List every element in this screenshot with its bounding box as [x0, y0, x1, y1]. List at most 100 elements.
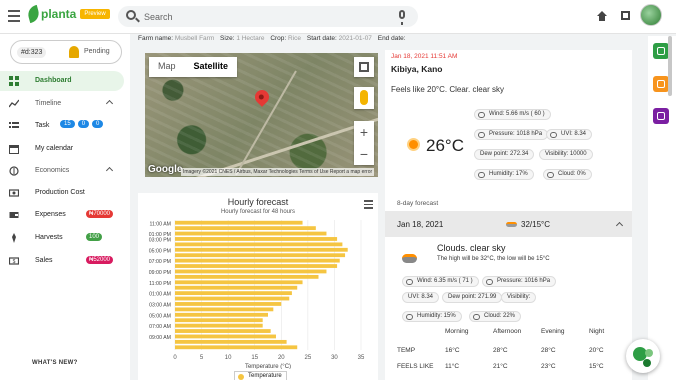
zoom-out-button[interactable]: − — [354, 143, 374, 165]
sidebar-item-dashboard[interactable]: Dashboard — [0, 71, 124, 91]
farm-name-label: Farm name: — [138, 35, 174, 42]
pressure-icon — [486, 279, 493, 285]
cloud-icon — [402, 254, 417, 263]
x-tick-label: 5 — [200, 355, 204, 361]
dew-point-value: Dew point: 271.99 — [448, 294, 497, 300]
app-name: planta — [41, 7, 77, 21]
map-fullscreen-button[interactable] — [354, 57, 374, 77]
temperature-bar — [175, 334, 276, 339]
y-tick-label: 03:00 PM — [149, 238, 171, 244]
avatar[interactable] — [640, 4, 662, 26]
temperature-bar — [175, 296, 290, 301]
dew-point-pill: Dew point: 271.99 — [442, 292, 503, 303]
temperature-bar — [175, 323, 263, 328]
table-cell: 16°C — [445, 347, 460, 354]
farm-name: Musbell Farm — [174, 35, 215, 42]
legend-marker — [238, 374, 244, 380]
temperature-bar — [175, 312, 268, 317]
day-row-header[interactable]: Jan 18, 2021 32/15°C — [385, 211, 632, 237]
chevron-up-icon[interactable] — [615, 221, 624, 230]
temperature-bar — [175, 269, 327, 274]
eight-day-forecast: 8-day forecast Jan 18, 2021 32/15°C Clou… — [385, 195, 632, 380]
learn-button[interactable] — [653, 108, 669, 124]
sidebar-item-production-cost[interactable]: Production Cost — [0, 183, 124, 203]
map-type-control: Map Satellite — [149, 57, 238, 77]
map-attribution[interactable]: Imagery ©2021 CNES / Airbus, Maxar Techn… — [181, 168, 375, 176]
map-tab-satellite[interactable]: Satellite — [185, 57, 238, 77]
sidebar-item-timeline[interactable]: Timeline — [0, 94, 124, 114]
farm-status: Pending — [84, 48, 110, 55]
search-input[interactable] — [144, 9, 384, 24]
temperature-bar — [175, 285, 298, 290]
pressure-value: Pressure: 1016 hPa — [497, 278, 551, 284]
zoom-in-button[interactable]: + — [354, 121, 374, 143]
home-icon[interactable] — [597, 11, 607, 21]
app-logo[interactable]: planta Preview — [26, 4, 110, 24]
sidebar: #d:323 Pending Dashboard Timeline Task 1… — [0, 34, 130, 380]
sidebar-item-expenses[interactable]: Expenses ₦70000 — [0, 205, 124, 225]
mic-icon[interactable] — [399, 10, 405, 25]
start-date: 2021-01-07 — [338, 35, 372, 42]
sidebar-item-label: Harvests — [35, 234, 63, 241]
expenses-badge: ₦70000 — [86, 210, 114, 218]
chart-legend[interactable]: Temperature — [234, 371, 287, 380]
temperature-bar — [175, 318, 263, 323]
search-bar[interactable] — [118, 6, 418, 27]
harvests-badge: 100 — [86, 233, 103, 241]
map-tab-map[interactable]: Map — [149, 57, 185, 77]
x-tick-label: 25 — [305, 355, 312, 361]
table-header-row: Morning Afternoon Evening Night — [385, 328, 632, 344]
shortcut-button[interactable] — [653, 76, 669, 92]
whats-new-link[interactable]: WHAT'S NEW? — [32, 360, 78, 366]
satellite-map[interactable]: Map Satellite + − Google Imagery ©2021 C… — [145, 53, 378, 177]
y-tick-label: 05:00 AM — [149, 313, 171, 319]
assistant-fab[interactable] — [626, 339, 660, 373]
hourly-bar-chart: 0 5 10 15 20 25 30 3511:00 AM01:00 PM03:00 PM05… — [149, 220, 365, 369]
sidebar-item-sales[interactable]: $ Sales ₦52000 — [0, 251, 124, 271]
sales-icon: $ — [9, 257, 19, 265]
timeline-icon — [9, 99, 19, 108]
column-header: Night — [589, 328, 605, 335]
search-icon — [126, 10, 136, 20]
assistant-icon-dot — [643, 359, 651, 367]
visibility-value: Visibility: 10000 — [545, 151, 587, 157]
chart-menu-icon[interactable] — [364, 200, 373, 211]
temperature-bar — [175, 258, 340, 263]
legend-label: Temperature — [248, 373, 282, 379]
cloud-value: Cloud: 0% — [558, 171, 586, 177]
sidebar-item-label: Economics — [35, 167, 70, 174]
scrollbar[interactable] — [668, 36, 672, 96]
sidebar-item-calendar[interactable]: My calendar — [0, 139, 124, 159]
column-header: Afternoon — [493, 328, 522, 335]
google-logo: Google — [148, 164, 183, 175]
temperature-bar — [175, 264, 338, 268]
temperature-bar — [175, 274, 319, 279]
sidebar-item-harvests[interactable]: Harvests 100 — [0, 228, 124, 248]
temperature-bar — [175, 329, 271, 333]
preview-badge: Preview — [80, 9, 110, 19]
fullscreen-icon[interactable] — [621, 11, 630, 20]
table-cell: 28°C — [493, 347, 508, 354]
graduation-cap-icon — [657, 112, 665, 120]
link-icon — [657, 80, 665, 88]
sidebar-item-economics[interactable]: Economics — [0, 161, 124, 181]
table-row: TEMP 16°C 28°C 28°C 20°C — [385, 347, 632, 363]
chat-button[interactable] — [653, 43, 669, 59]
street-view-pegman[interactable] — [354, 87, 374, 109]
farm-crop: Rice — [288, 35, 302, 42]
uvi-value: UVI: 8.34 — [408, 294, 434, 300]
sidebar-item-label: Task — [35, 122, 50, 129]
humidity-pill: Humidity: 15% — [402, 311, 462, 322]
temperature-bar — [175, 226, 316, 231]
chat-icon — [657, 47, 665, 55]
cloud-icon — [506, 222, 517, 227]
pressure-pill: Pressure: 1016 hPa — [482, 276, 557, 287]
farm-selector[interactable]: #d:323 Pending — [10, 40, 122, 64]
temperature-bar — [175, 247, 348, 252]
menu-icon[interactable] — [8, 10, 20, 22]
cloud-pill: Cloud: 22% — [469, 311, 522, 322]
farm-info: Farm name: Musbell Farm Size: 1 Hectare … — [138, 35, 406, 42]
uvi-icon — [550, 132, 557, 138]
weather-feels-like: Feels like 20°C. Clear. clear sky — [391, 85, 505, 94]
sidebar-item-task[interactable]: Task 15 0 0 — [0, 116, 124, 136]
